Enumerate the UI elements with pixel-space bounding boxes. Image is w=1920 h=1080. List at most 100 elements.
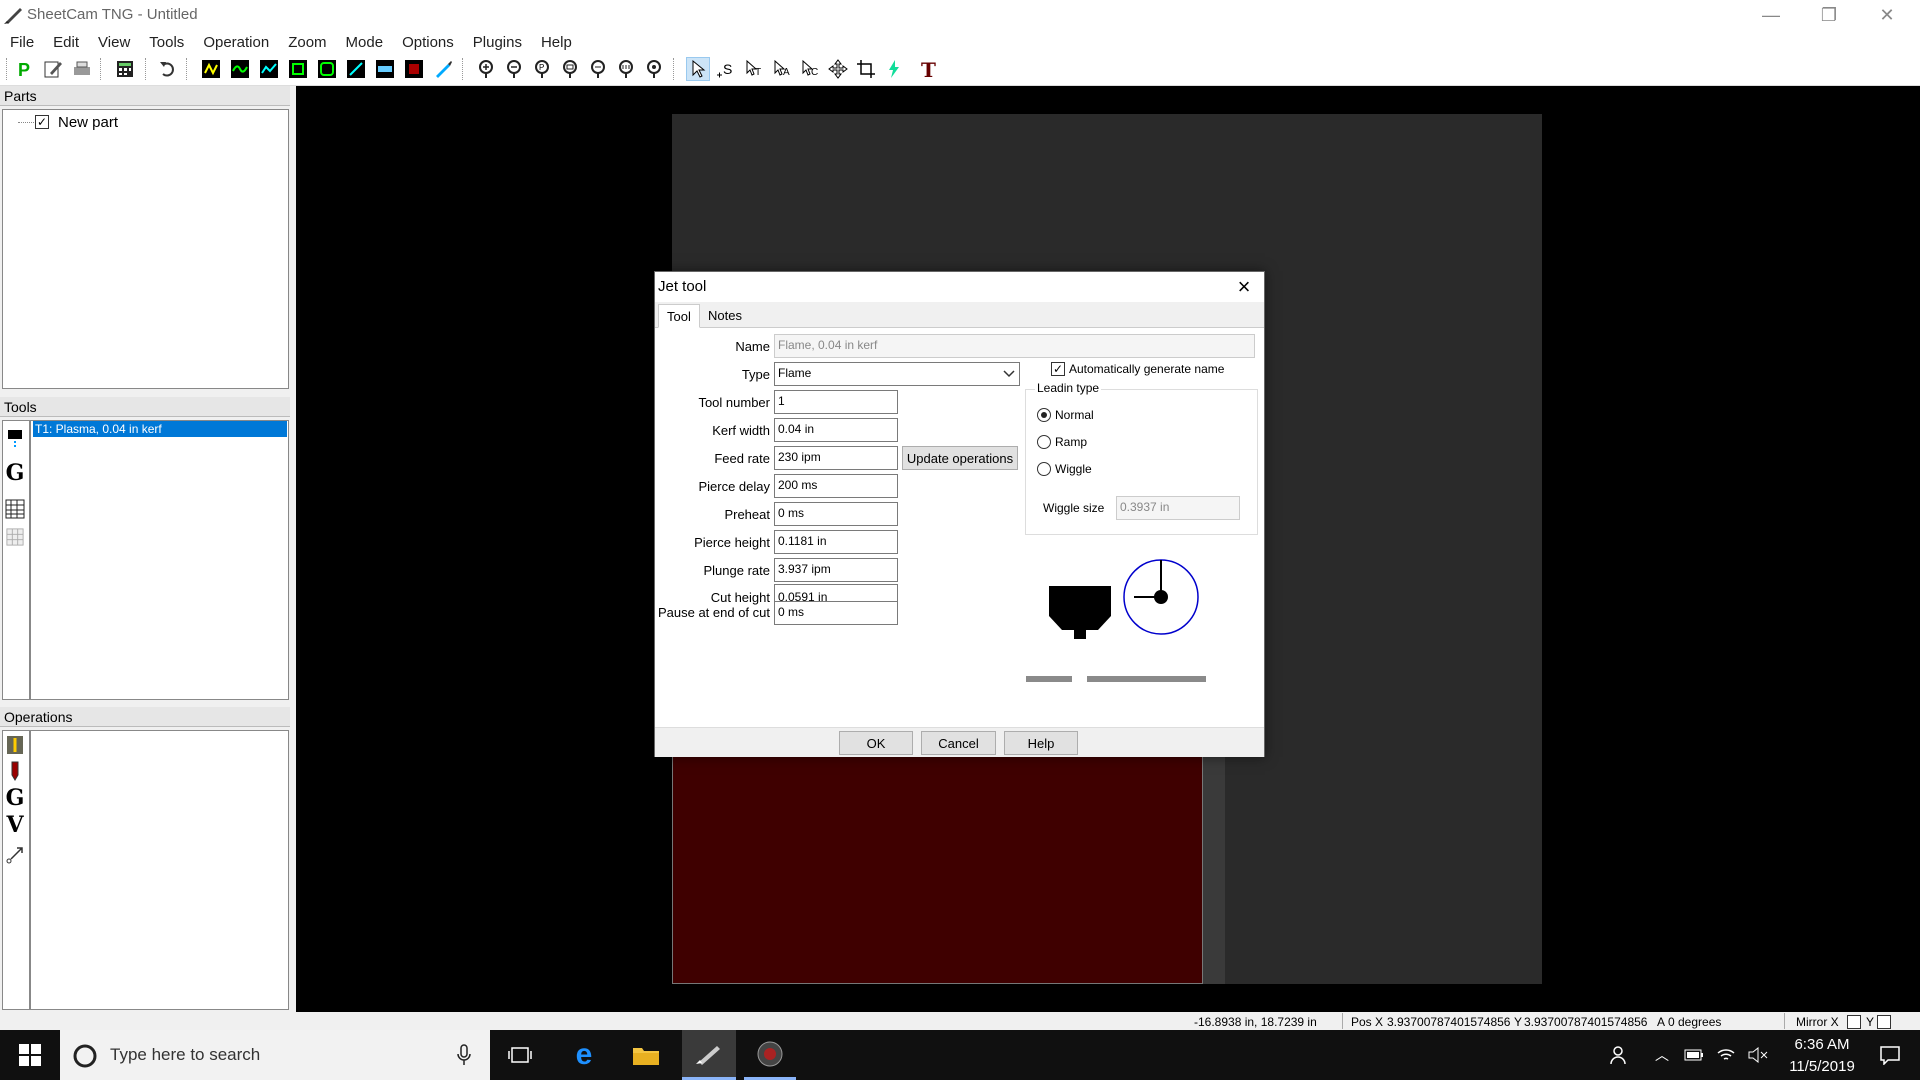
microphone-icon[interactable] <box>456 1044 472 1066</box>
pick-color-button[interactable] <box>431 57 455 81</box>
show-hidden-icons-button[interactable]: ︿ <box>1648 1030 1676 1080</box>
leadin-normal-radio[interactable] <box>1037 408 1051 422</box>
mirror-x-checkbox[interactable] <box>1847 1015 1861 1029</box>
jet-cut-operation-button[interactable] <box>4 734 26 756</box>
view-toggle-8[interactable] <box>402 57 426 81</box>
select-mode-button[interactable] <box>686 57 710 81</box>
people-button[interactable] <box>1602 1030 1638 1080</box>
parts-tree[interactable] <box>2 109 289 389</box>
help-button[interactable]: Help <box>1004 731 1078 755</box>
view-toggle-4[interactable] <box>286 57 310 81</box>
type-select[interactable]: Flame <box>774 362 1020 386</box>
volume-button[interactable] <box>1744 1030 1772 1080</box>
dialog-close-button[interactable]: × <box>1232 274 1256 299</box>
taskbar-search-box[interactable]: Type here to search <box>60 1030 490 1080</box>
sheetcam-taskbar-button[interactable] <box>682 1030 736 1080</box>
tool-number-input[interactable]: 1 <box>774 390 898 414</box>
jet-tool-button[interactable] <box>4 428 26 450</box>
view-toggle-6[interactable] <box>344 57 368 81</box>
print-button[interactable] <box>70 57 94 81</box>
app-taskbar-button[interactable] <box>744 1030 796 1080</box>
view-toggle-7[interactable] <box>373 57 397 81</box>
minimize-button[interactable]: — <box>1742 0 1800 30</box>
pierce-height-input[interactable]: 0.1181 in <box>774 530 898 554</box>
undo-button[interactable] <box>156 57 180 81</box>
zoom-out-button[interactable] <box>502 57 526 81</box>
view-toggle-1[interactable] <box>199 57 223 81</box>
zoom-window-button[interactable] <box>586 57 610 81</box>
set-corner-button[interactable]: C <box>798 57 822 81</box>
clock-date[interactable]: 11/5/2019 <box>1778 1058 1866 1075</box>
drill-operation-button[interactable] <box>4 760 26 782</box>
preheat-input[interactable]: 0 ms <box>774 502 898 526</box>
zoom-sheet-button[interactable] <box>614 57 638 81</box>
feed-rate-label: Feed rate <box>714 451 770 466</box>
pierce-delay-input[interactable]: 200 ms <box>774 474 898 498</box>
zoom-fit-button[interactable] <box>558 57 582 81</box>
mirror-y-checkbox[interactable] <box>1877 1015 1891 1029</box>
edit-button[interactable] <box>41 57 65 81</box>
edge-button[interactable]: e <box>558 1030 610 1080</box>
zoom-in-button[interactable] <box>474 57 498 81</box>
restore-button[interactable]: ❐ <box>1800 0 1858 30</box>
text-tool-button[interactable]: T <box>916 57 940 81</box>
zoom-part-button[interactable]: P <box>530 57 554 81</box>
battery-button[interactable] <box>1680 1030 1708 1080</box>
name-input[interactable]: Flame, 0.04 in kerf <box>774 334 1255 358</box>
menu-file[interactable]: File <box>10 34 34 51</box>
zoom-all-button[interactable] <box>642 57 666 81</box>
gcode-operation-button[interactable]: G <box>4 785 26 811</box>
menu-plugins[interactable]: Plugins <box>473 34 522 51</box>
menu-help[interactable]: Help <box>541 34 572 51</box>
run-button[interactable] <box>882 57 906 81</box>
part-item-label[interactable]: New part <box>58 114 118 131</box>
calculator-button[interactable] <box>113 57 137 81</box>
operations-list[interactable] <box>30 730 289 1010</box>
move-button[interactable] <box>826 57 850 81</box>
network-button[interactable] <box>1712 1030 1740 1080</box>
vcarve-operation-button[interactable]: V <box>4 812 26 838</box>
set-angle-button[interactable]: A <box>770 57 794 81</box>
menu-view[interactable]: View <box>98 34 130 51</box>
menu-tools[interactable]: Tools <box>149 34 184 51</box>
view-toggle-2[interactable] <box>228 57 252 81</box>
tool-table-button[interactable] <box>4 498 26 520</box>
menu-zoom[interactable]: Zoom <box>288 34 326 51</box>
crop-button[interactable] <box>854 57 878 81</box>
wiggle-size-input[interactable]: 0.3937 in <box>1116 496 1240 520</box>
pause-end-input[interactable]: 0 ms <box>774 601 898 625</box>
set-tab-button[interactable]: T <box>742 57 766 81</box>
feed-rate-input[interactable]: 230 ipm <box>774 446 898 470</box>
tool-table-disabled-button[interactable] <box>4 526 26 548</box>
tab-tool[interactable]: Tool <box>658 304 700 328</box>
view-toggle-5[interactable] <box>315 57 339 81</box>
menu-options[interactable]: Options <box>402 34 454 51</box>
plunge-rate-input[interactable]: 3.937 ipm <box>774 558 898 582</box>
kerf-width-input[interactable]: 0.04 in <box>774 418 898 442</box>
tab-notes[interactable]: Notes <box>700 304 750 328</box>
part-shape[interactable] <box>672 752 1203 984</box>
action-center-button[interactable] <box>1868 1030 1912 1080</box>
cancel-button[interactable]: Cancel <box>921 731 996 755</box>
view-toggle-3[interactable] <box>257 57 281 81</box>
menu-operation[interactable]: Operation <box>203 34 269 51</box>
menu-mode[interactable]: Mode <box>346 34 384 51</box>
file-explorer-button[interactable] <box>620 1030 672 1080</box>
clock-time[interactable]: 6:36 AM <box>1784 1036 1860 1053</box>
move-operation-button[interactable] <box>4 844 26 866</box>
leadin-ramp-radio[interactable] <box>1037 435 1051 449</box>
tool-list-item[interactable]: T1: Plasma, 0.04 in kerf <box>33 421 287 437</box>
cut-height-input[interactable]: 0.0591 in <box>774 584 898 602</box>
task-view-button[interactable] <box>494 1030 546 1080</box>
part-visible-checkbox[interactable]: ✓ <box>35 115 49 129</box>
auto-name-checkbox[interactable]: ✓ <box>1051 362 1065 376</box>
start-button[interactable] <box>0 1030 60 1080</box>
close-button[interactable]: ✕ <box>1858 0 1916 30</box>
update-operations-button[interactable]: Update operations <box>902 446 1018 470</box>
new-part-button[interactable]: P <box>12 57 36 81</box>
gcode-tool-button[interactable]: G <box>4 460 26 486</box>
start-point-button[interactable]: S <box>714 57 738 81</box>
ok-button[interactable]: OK <box>839 731 913 755</box>
leadin-wiggle-radio[interactable] <box>1037 462 1051 476</box>
menu-edit[interactable]: Edit <box>53 34 79 51</box>
